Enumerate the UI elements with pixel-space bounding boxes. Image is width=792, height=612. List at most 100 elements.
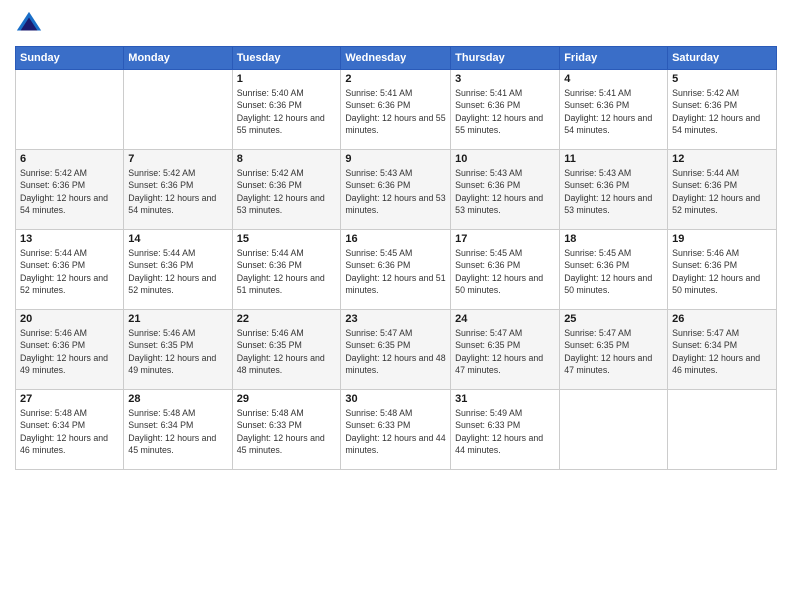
- day-info: Sunrise: 5:47 AM Sunset: 6:35 PM Dayligh…: [345, 327, 446, 376]
- calendar-cell: 25 Sunrise: 5:47 AM Sunset: 6:35 PM Dayli…: [560, 310, 668, 390]
- calendar-cell: 31 Sunrise: 5:49 AM Sunset: 6:33 PM Dayli…: [451, 390, 560, 470]
- day-info: Sunrise: 5:47 AM Sunset: 6:34 PM Dayligh…: [672, 327, 772, 376]
- calendar-cell: 13 Sunrise: 5:44 AM Sunset: 6:36 PM Dayli…: [16, 230, 124, 310]
- day-info: Sunrise: 5:48 AM Sunset: 6:33 PM Dayligh…: [345, 407, 446, 456]
- day-number: 3: [455, 73, 555, 85]
- day-number: 21: [128, 313, 227, 325]
- logo-icon: [15, 10, 43, 38]
- calendar-cell: 8 Sunrise: 5:42 AM Sunset: 6:36 PM Daylig…: [232, 150, 341, 230]
- calendar-cell: 20 Sunrise: 5:46 AM Sunset: 6:36 PM Dayli…: [16, 310, 124, 390]
- day-number: 25: [564, 313, 663, 325]
- calendar-week-4: 20 Sunrise: 5:46 AM Sunset: 6:36 PM Dayli…: [16, 310, 777, 390]
- day-header-saturday: Saturday: [668, 47, 777, 70]
- calendar-cell: 6 Sunrise: 5:42 AM Sunset: 6:36 PM Daylig…: [16, 150, 124, 230]
- day-number: 7: [128, 153, 227, 165]
- day-info: Sunrise: 5:46 AM Sunset: 6:36 PM Dayligh…: [672, 247, 772, 296]
- calendar-cell: [668, 390, 777, 470]
- day-number: 15: [237, 233, 337, 245]
- calendar-cell: 16 Sunrise: 5:45 AM Sunset: 6:36 PM Dayli…: [341, 230, 451, 310]
- calendar-cell: 11Sunrise: 5:43 AM Sunset: 6:36 PM Dayli…: [560, 150, 668, 230]
- day-info: Sunrise: 5:47 AM Sunset: 6:35 PM Dayligh…: [455, 327, 555, 376]
- calendar-cell: 28 Sunrise: 5:48 AM Sunset: 6:34 PM Dayli…: [124, 390, 232, 470]
- day-info: Sunrise: 5:48 AM Sunset: 6:34 PM Dayligh…: [128, 407, 227, 456]
- day-number: 26: [672, 313, 772, 325]
- day-number: 16: [345, 233, 446, 245]
- calendar-cell: 18Sunrise: 5:45 AM Sunset: 6:36 PM Dayli…: [560, 230, 668, 310]
- calendar-cell: [124, 70, 232, 150]
- calendar-cell: 5 Sunrise: 5:42 AM Sunset: 6:36 PM Daylig…: [668, 70, 777, 150]
- page: SundayMondayTuesdayWednesdayThursdayFrid…: [0, 0, 792, 612]
- day-header-friday: Friday: [560, 47, 668, 70]
- calendar-cell: 24 Sunrise: 5:47 AM Sunset: 6:35 PM Dayli…: [451, 310, 560, 390]
- day-number: 12: [672, 153, 772, 165]
- day-number: 30: [345, 393, 446, 405]
- day-info: Sunrise: 5:48 AM Sunset: 6:34 PM Dayligh…: [20, 407, 119, 456]
- calendar-week-1: 1 Sunrise: 5:40 AM Sunset: 6:36 PM Daylig…: [16, 70, 777, 150]
- day-info: Sunrise: 5:42 AM Sunset: 6:36 PM Dayligh…: [20, 167, 119, 216]
- calendar-cell: 7 Sunrise: 5:42 AM Sunset: 6:36 PM Daylig…: [124, 150, 232, 230]
- day-info: Sunrise: 5:44 AM Sunset: 6:36 PM Dayligh…: [237, 247, 337, 296]
- calendar-header: SundayMondayTuesdayWednesdayThursdayFrid…: [16, 47, 777, 70]
- day-info: Sunrise: 5:43 AM Sunset: 6:36 PM Dayligh…: [455, 167, 555, 216]
- day-info: Sunrise: 5:42 AM Sunset: 6:36 PM Dayligh…: [128, 167, 227, 216]
- logo: [15, 10, 47, 38]
- day-info: Sunrise: 5:42 AM Sunset: 6:36 PM Dayligh…: [672, 87, 772, 136]
- calendar-cell: 14 Sunrise: 5:44 AM Sunset: 6:36 PM Dayli…: [124, 230, 232, 310]
- day-number: 23: [345, 313, 446, 325]
- day-number: 22: [237, 313, 337, 325]
- day-number: 18: [564, 233, 663, 245]
- day-number: 10: [455, 153, 555, 165]
- day-header-monday: Monday: [124, 47, 232, 70]
- day-info: Sunrise: 5:43 AM Sunset: 6:36 PM Dayligh…: [564, 167, 663, 216]
- day-number: 20: [20, 313, 119, 325]
- day-number: 17: [455, 233, 555, 245]
- day-info: Sunrise: 5:44 AM Sunset: 6:36 PM Dayligh…: [672, 167, 772, 216]
- calendar-cell: 23 Sunrise: 5:47 AM Sunset: 6:35 PM Dayli…: [341, 310, 451, 390]
- day-number: 28: [128, 393, 227, 405]
- day-info: Sunrise: 5:41 AM Sunset: 6:36 PM Dayligh…: [455, 87, 555, 136]
- day-header-sunday: Sunday: [16, 47, 124, 70]
- day-info: Sunrise: 5:46 AM Sunset: 6:35 PM Dayligh…: [237, 327, 337, 376]
- day-number: 31: [455, 393, 555, 405]
- calendar-cell: 29Sunrise: 5:48 AM Sunset: 6:33 PM Dayli…: [232, 390, 341, 470]
- calendar-cell: 4Sunrise: 5:41 AM Sunset: 6:36 PM Daylig…: [560, 70, 668, 150]
- day-number: 19: [672, 233, 772, 245]
- calendar-cell: 22 Sunrise: 5:46 AM Sunset: 6:35 PM Dayli…: [232, 310, 341, 390]
- calendar-cell: 19 Sunrise: 5:46 AM Sunset: 6:36 PM Dayli…: [668, 230, 777, 310]
- header-row: SundayMondayTuesdayWednesdayThursdayFrid…: [16, 47, 777, 70]
- day-number: 1: [237, 73, 337, 85]
- day-number: 14: [128, 233, 227, 245]
- calendar-body: 1 Sunrise: 5:40 AM Sunset: 6:36 PM Daylig…: [16, 70, 777, 470]
- day-info: Sunrise: 5:49 AM Sunset: 6:33 PM Dayligh…: [455, 407, 555, 456]
- day-info: Sunrise: 5:40 AM Sunset: 6:36 PM Dayligh…: [237, 87, 337, 136]
- calendar-cell: 1 Sunrise: 5:40 AM Sunset: 6:36 PM Daylig…: [232, 70, 341, 150]
- day-info: Sunrise: 5:44 AM Sunset: 6:36 PM Dayligh…: [20, 247, 119, 296]
- day-info: Sunrise: 5:42 AM Sunset: 6:36 PM Dayligh…: [237, 167, 337, 216]
- day-info: Sunrise: 5:41 AM Sunset: 6:36 PM Dayligh…: [345, 87, 446, 136]
- day-number: 13: [20, 233, 119, 245]
- day-number: 6: [20, 153, 119, 165]
- calendar-cell: 10 Sunrise: 5:43 AM Sunset: 6:36 PM Dayli…: [451, 150, 560, 230]
- calendar-cell: 17 Sunrise: 5:45 AM Sunset: 6:36 PM Dayli…: [451, 230, 560, 310]
- day-number: 4: [564, 73, 663, 85]
- day-info: Sunrise: 5:44 AM Sunset: 6:36 PM Dayligh…: [128, 247, 227, 296]
- calendar-week-3: 13 Sunrise: 5:44 AM Sunset: 6:36 PM Dayli…: [16, 230, 777, 310]
- day-info: Sunrise: 5:45 AM Sunset: 6:36 PM Dayligh…: [455, 247, 555, 296]
- calendar-cell: 15 Sunrise: 5:44 AM Sunset: 6:36 PM Dayli…: [232, 230, 341, 310]
- calendar-cell: 26 Sunrise: 5:47 AM Sunset: 6:34 PM Dayli…: [668, 310, 777, 390]
- day-info: Sunrise: 5:47 AM Sunset: 6:35 PM Dayligh…: [564, 327, 663, 376]
- day-number: 8: [237, 153, 337, 165]
- calendar-week-5: 27Sunrise: 5:48 AM Sunset: 6:34 PM Dayli…: [16, 390, 777, 470]
- day-info: Sunrise: 5:45 AM Sunset: 6:36 PM Dayligh…: [345, 247, 446, 296]
- calendar-cell: [560, 390, 668, 470]
- day-info: Sunrise: 5:43 AM Sunset: 6:36 PM Dayligh…: [345, 167, 446, 216]
- calendar-cell: 21 Sunrise: 5:46 AM Sunset: 6:35 PM Dayli…: [124, 310, 232, 390]
- day-info: Sunrise: 5:46 AM Sunset: 6:36 PM Dayligh…: [20, 327, 119, 376]
- calendar-cell: [16, 70, 124, 150]
- day-info: Sunrise: 5:46 AM Sunset: 6:35 PM Dayligh…: [128, 327, 227, 376]
- day-number: 24: [455, 313, 555, 325]
- calendar-table: SundayMondayTuesdayWednesdayThursdayFrid…: [15, 46, 777, 470]
- calendar-cell: 27Sunrise: 5:48 AM Sunset: 6:34 PM Dayli…: [16, 390, 124, 470]
- day-number: 5: [672, 73, 772, 85]
- calendar-cell: 30 Sunrise: 5:48 AM Sunset: 6:33 PM Dayli…: [341, 390, 451, 470]
